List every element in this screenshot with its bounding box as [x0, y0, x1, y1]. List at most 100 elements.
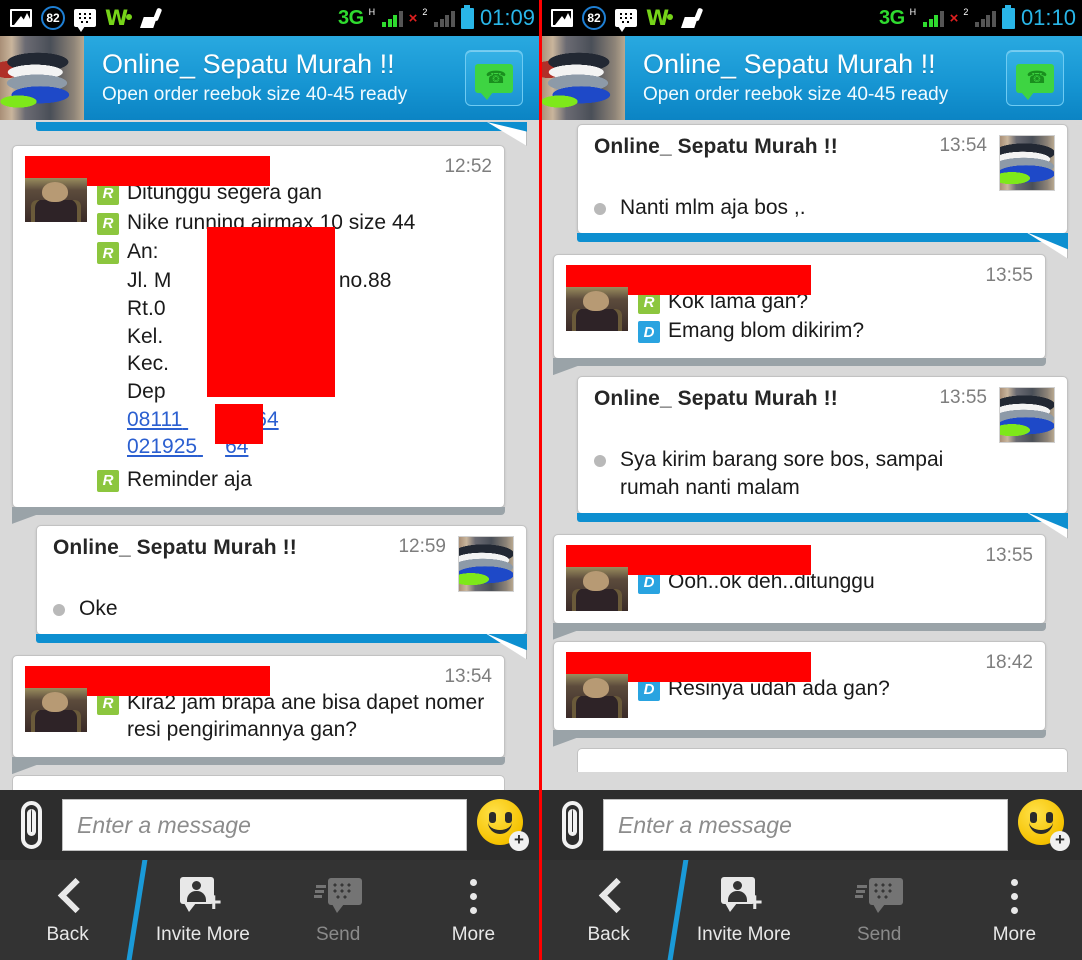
message-bubble-partial-bottom	[12, 775, 505, 790]
chevron-left-icon	[598, 877, 620, 915]
avatar	[25, 178, 87, 222]
battery-icon	[460, 4, 474, 29]
avatar	[566, 286, 628, 331]
navigation-bar: Back + Invite More Send More	[541, 860, 1082, 960]
chat-header[interactable]: Online_ Sepatu Murah !! Open order reebo…	[0, 36, 541, 120]
message-line: D Emang blom dikirim?	[638, 316, 1033, 346]
address-kec: Kec.	[127, 352, 170, 376]
message-text: Sya kirim barang sore bos, sampai rumah …	[620, 448, 944, 499]
compose-bar: Enter a message +	[541, 790, 1082, 860]
avatar	[25, 687, 87, 732]
nav-send-button[interactable]: Send	[812, 860, 947, 960]
signal-bars-sim2	[975, 10, 996, 27]
address-city: Dep	[127, 380, 166, 404]
contact-status-message: Open order reebok size 40-45 ready	[643, 83, 949, 105]
message-bubble[interactable]: 12:52 R Ditunggu segera gan R Nike runni…	[12, 145, 505, 515]
smiley-plus-icon[interactable]: +	[1018, 799, 1070, 851]
message-bubble[interactable]: 13:54 R Kira2 jam brapa ane bisa dapet n…	[12, 654, 505, 766]
read-status-badge: R	[97, 183, 119, 205]
bbm-icon	[615, 9, 637, 32]
contact-name: Online_ Sepatu Murah !!	[102, 49, 395, 80]
message-bubble[interactable]: 13:55 D Ooh..ok deh..ditunggu	[553, 533, 1046, 631]
message-time: 13:55	[939, 387, 987, 409]
address-street-prefix: Jl. M	[127, 269, 172, 293]
photo-icon	[10, 9, 32, 27]
address-block: Jl. Ma no.88 Rt.0 Kel. Kec. Dep 08111 64…	[97, 227, 492, 461]
network-type-label: 3G	[337, 6, 364, 29]
message-line: R Kira2 jam brapa ane bisa dapet nomer r…	[97, 688, 492, 745]
phone-link[interactable]: 021925	[127, 435, 197, 458]
chat-header[interactable]: Online_ Sepatu Murah !! Open order reebo…	[541, 36, 1082, 120]
status-bar: 82 W 3G H × 2 01:09	[0, 0, 541, 36]
read-status-badge: R	[97, 212, 119, 235]
sender-name: Online_ Sepatu Murah !!	[594, 135, 838, 158]
compose-bar: Enter a message +	[0, 790, 541, 860]
walkman-icon: W	[646, 8, 673, 29]
message-text: Kira2 jam brapa ane bisa dapet nomer res…	[127, 690, 485, 742]
overflow-dots-icon	[1008, 877, 1020, 915]
message-text: Emang blom dikirim?	[668, 319, 865, 343]
sender-name: Online_ Sepatu Murah !!	[594, 387, 838, 411]
message-bubble[interactable]: 18:42 D Resinya udah ada gan?	[553, 640, 1046, 738]
message-bubble[interactable]: Online_ Sepatu Murah !! 13:55 Sya kirim …	[577, 376, 1068, 522]
sim2-no-signal-icon: ×	[949, 9, 959, 27]
phone-link[interactable]: 08111	[127, 408, 182, 431]
voice-chat-button[interactable]: ☎	[465, 50, 523, 106]
sim2-indicator: 2	[422, 7, 428, 17]
walkman-icon: W	[105, 8, 132, 29]
message-bubble[interactable]: Online_ Sepatu Murah !! 13:54 Nanti mlm …	[577, 124, 1068, 242]
panel-right: 82 W 3G H × 2 01:10 Online_ Sepatu Murah…	[541, 0, 1082, 960]
contact-avatar[interactable]	[541, 36, 625, 120]
voice-chat-button[interactable]: ☎	[1006, 50, 1064, 106]
message-time: 12:52	[444, 156, 492, 177]
status-bar: 82 W 3G H × 2 01:10	[541, 0, 1082, 36]
overflow-dots-icon	[467, 877, 479, 915]
message-input[interactable]: Enter a message	[603, 799, 1008, 851]
nav-more-button[interactable]: More	[406, 860, 541, 960]
photo-icon	[551, 9, 573, 27]
avatar	[566, 673, 628, 718]
nav-back-button[interactable]: Back	[0, 860, 135, 960]
nav-more-button[interactable]: More	[947, 860, 1082, 960]
sender-thumbnail	[458, 535, 514, 592]
paperclip-icon[interactable]	[12, 799, 52, 851]
bullet-icon	[53, 603, 65, 616]
message-time: 13:54	[444, 665, 492, 687]
nav-back-button[interactable]: Back	[541, 860, 676, 960]
message-list[interactable]: 12:52 R Ditunggu segera gan R Nike runni…	[0, 120, 541, 790]
message-bubble[interactable]: 13:55 R Kok lama gan? D Emang blom dikir…	[553, 253, 1046, 367]
smiley-plus-icon[interactable]: +	[477, 799, 529, 851]
message-bubble[interactable]: Online_ Sepatu Murah !! 12:59 Oke	[36, 524, 527, 643]
read-status-badge: R	[638, 291, 660, 314]
network-type-label: 3G	[878, 6, 905, 29]
signal-bars-sim1	[382, 10, 403, 27]
message-list[interactable]: Online_ Sepatu Murah !! 13:54 Nanti mlm …	[541, 120, 1082, 790]
address-kel: Kel.	[127, 324, 164, 348]
panel-left: 82 W 3G H × 2 01:09 Online_ Sepatu Murah…	[0, 0, 541, 960]
paperclip-icon[interactable]	[553, 799, 593, 851]
nav-label: Back	[587, 924, 630, 945]
message-line: Nanti mlm aja bos ,.	[594, 193, 1055, 223]
invite-person-icon: +	[720, 877, 767, 916]
message-time: 13:55	[985, 544, 1033, 566]
message-text: Oke	[79, 596, 118, 620]
address-rt: Rt.0	[127, 296, 166, 320]
nav-send-button[interactable]: Send	[271, 860, 406, 960]
battery-icon	[1001, 4, 1015, 29]
nav-invite-more-button[interactable]: + Invite More	[676, 860, 811, 960]
sender-thumbnail	[999, 387, 1055, 444]
read-status-badge: R	[97, 470, 119, 493]
sim2-no-signal-icon: ×	[408, 9, 418, 27]
contact-name: Online_ Sepatu Murah !!	[643, 49, 936, 80]
invite-person-icon: +	[179, 877, 226, 916]
message-input[interactable]: Enter a message	[62, 799, 467, 851]
nav-label: More	[992, 924, 1037, 945]
navigation-bar: Back + Invite More Send More	[0, 860, 541, 960]
nav-label: Send	[315, 924, 361, 945]
nav-invite-more-button[interactable]: + Invite More	[135, 860, 270, 960]
contact-avatar[interactable]	[0, 36, 84, 120]
notification-count-badge: 82	[582, 6, 606, 30]
delivered-status-badge: D	[638, 678, 660, 701]
bbm-icon	[74, 9, 96, 32]
delivered-status-badge: D	[638, 321, 660, 344]
